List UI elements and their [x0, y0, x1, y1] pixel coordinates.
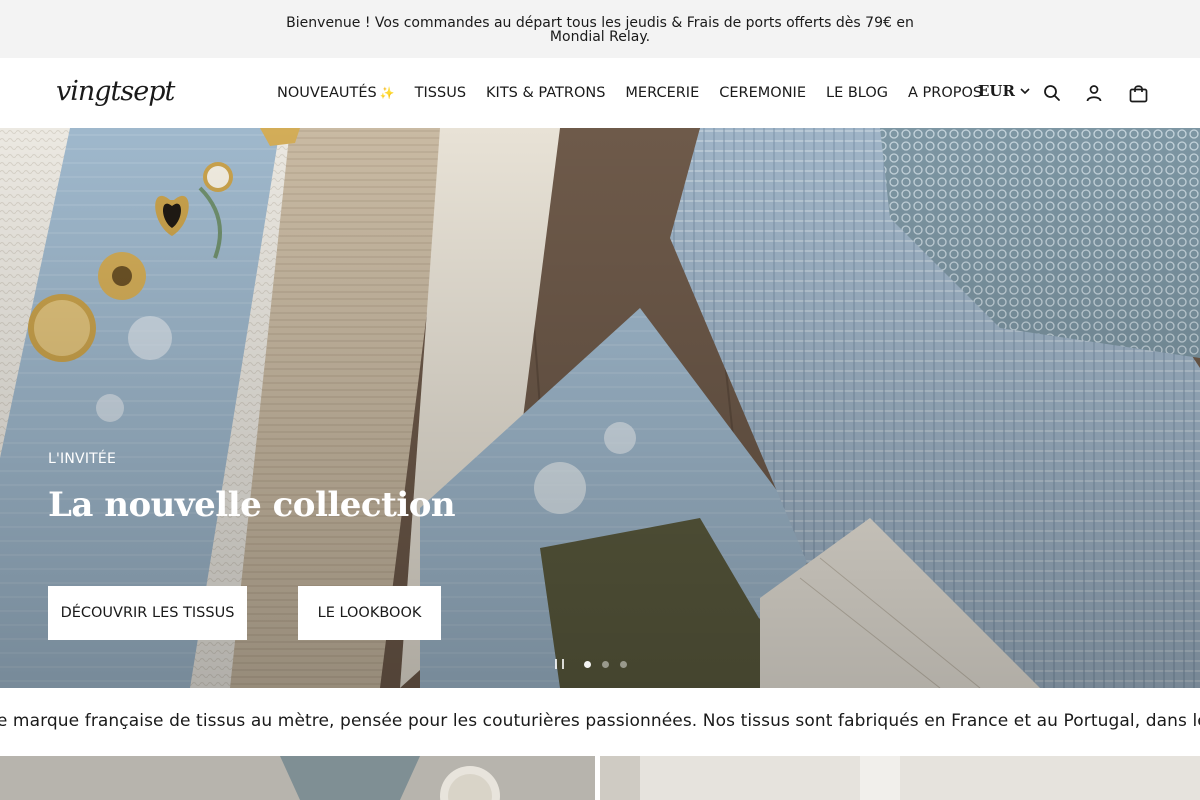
tile-image-right: [600, 756, 1200, 800]
slide-dot-3[interactable]: [620, 660, 627, 668]
cart-icon[interactable]: [1127, 82, 1149, 104]
hero-eyebrow: L'INVITÉE: [48, 451, 116, 467]
main-nav: NOUVEAUTÉS ✨ TISSUS KITS & PATRONS MERCER…: [277, 58, 1002, 128]
brand-logo[interactable]: vingtsept: [56, 76, 175, 107]
nav-item-le-blog[interactable]: LE BLOG: [826, 85, 888, 101]
nav-item-a-propos[interactable]: A PROPOS: [908, 85, 982, 101]
collection-tile-right[interactable]: [600, 756, 1200, 800]
nav-item-mercerie[interactable]: MERCERIE: [625, 85, 699, 101]
marquee-text: ne marque française de tissus au mètre, …: [0, 711, 1200, 731]
brand-marquee: ne marque française de tissus au mètre, …: [0, 688, 1200, 756]
discover-fabrics-button[interactable]: DÉCOUVRIR LES TISSUS: [48, 586, 247, 640]
nav-item-ceremonie[interactable]: CEREMONIE: [719, 85, 806, 101]
nav-item-kits-patrons[interactable]: KITS & PATRONS: [486, 85, 605, 101]
chevron-down-icon: [1020, 87, 1030, 94]
announcement-text: Bienvenue ! Vos commandes au départ tous…: [286, 15, 914, 45]
sparkles-icon: ✨: [379, 86, 395, 100]
hero-headline: La nouvelle collection: [48, 485, 456, 525]
nav-item-tissus[interactable]: TISSUS: [415, 85, 466, 101]
lookbook-button[interactable]: LE LOOKBOOK: [298, 586, 441, 640]
currency-label: EUR: [978, 82, 1015, 100]
pause-icon[interactable]: [555, 659, 564, 669]
hero-slider: L'INVITÉE La nouvelle collection DÉCOUVR…: [0, 128, 1200, 688]
nav-item-label: NOUVEAUTÉS: [277, 85, 377, 101]
announcement-bar: Bienvenue ! Vos commandes au départ tous…: [0, 0, 1200, 58]
nav-item-nouveautes[interactable]: NOUVEAUTÉS ✨: [277, 85, 395, 101]
slider-controls: [555, 659, 638, 669]
account-icon[interactable]: [1083, 82, 1105, 104]
slide-dot-2[interactable]: [602, 660, 609, 668]
currency-selector[interactable]: EUR: [978, 82, 1030, 100]
tile-image-left: [0, 756, 595, 800]
search-icon[interactable]: [1041, 82, 1063, 104]
site-header: vingtsept NOUVEAUTÉS ✨ TISSUS KITS & PATR…: [0, 58, 1200, 128]
slide-dot-1[interactable]: [584, 660, 591, 668]
collection-tile-left[interactable]: [0, 756, 595, 800]
